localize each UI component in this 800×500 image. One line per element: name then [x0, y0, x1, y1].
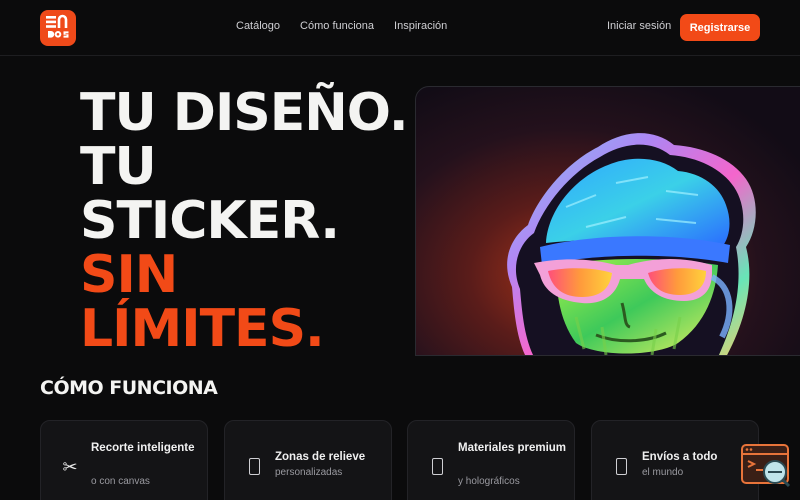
feature-subtitle: el mundo [642, 467, 684, 478]
brand-logo[interactable] [40, 10, 76, 46]
sticker-illustration-icon [507, 133, 756, 355]
how-it-works-title: CÓMO FUNCIONA [40, 377, 218, 399]
feature-card-recorte[interactable]: ✂ Recorte inteligente o con canvas [40, 420, 208, 500]
feedback-widget-icon[interactable] [741, 444, 791, 488]
feature-title: Materiales premium [458, 442, 567, 454]
logo-mark-icon [46, 14, 69, 38]
feature-subtitle: y holográficos [458, 476, 520, 487]
main-nav: Catálogo Cómo funciona Inspiración [236, 20, 447, 32]
feature-title: Zonas de relieve [275, 451, 366, 463]
signup-button[interactable]: Registrarse [680, 14, 760, 41]
hero-line-2: TU [80, 137, 157, 197]
scissors-icon: ✂ [62, 456, 78, 477]
hero-headline: TU DISEÑO. TU STICKER. SIN LÍMITES. [80, 86, 420, 356]
hero-line-4: SIN [80, 245, 178, 305]
feature-card-relieve[interactable]: Zonas de relieve personalizadas [224, 420, 392, 500]
hero-line-5: LÍMITES. [80, 299, 325, 359]
nav-link-catalogo[interactable]: Catálogo [236, 20, 280, 32]
nav-link-inspiracion[interactable]: Inspiración [394, 20, 447, 32]
feature-subtitle: o con canvas [91, 476, 150, 487]
feature-title: Envíos a todo [642, 451, 718, 463]
box-icon [249, 458, 260, 475]
feature-subtitle: personalizadas [275, 467, 343, 478]
hero-sticker-image [415, 86, 800, 356]
login-link[interactable]: Iniciar sesión [607, 20, 671, 32]
feature-title: Recorte inteligente [91, 442, 195, 454]
hero-line-3: STICKER. [80, 191, 340, 251]
top-navbar: Catálogo Cómo funciona Inspiración Inici… [0, 0, 800, 56]
feature-card-envios[interactable]: Envíos a todo el mundo [591, 420, 759, 500]
box-icon [432, 458, 443, 475]
box-icon [616, 458, 627, 475]
hero-line-1: TU DISEÑO. [80, 83, 409, 143]
nav-link-como-funciona[interactable]: Cómo funciona [300, 20, 374, 32]
feature-card-materiales[interactable]: Materiales premium y holográficos [407, 420, 575, 500]
